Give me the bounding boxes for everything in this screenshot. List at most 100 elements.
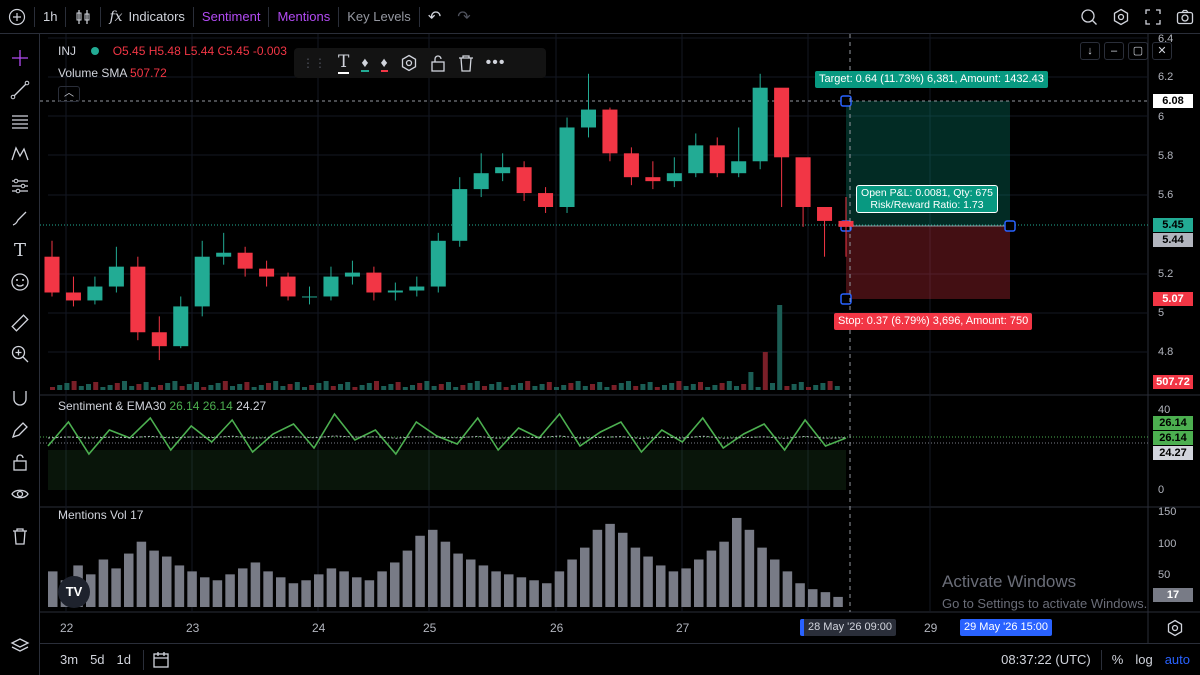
volume-bar xyxy=(359,385,365,390)
mentions-bar xyxy=(390,562,400,607)
volume-bar xyxy=(604,387,610,390)
utc-clock[interactable]: 08:37:22 (UTC) xyxy=(1001,652,1091,667)
volume-bar xyxy=(554,387,559,390)
volume-bar xyxy=(719,383,725,390)
volume-bar xyxy=(208,385,214,390)
symbol-name: INJ xyxy=(58,44,76,58)
volume-bar xyxy=(770,383,775,390)
fill-color-button[interactable]: ♦ xyxy=(361,54,369,72)
mentions-bar xyxy=(605,523,615,607)
time-tick: 26 xyxy=(550,621,564,635)
auto-toggle[interactable]: auto xyxy=(1165,652,1190,667)
percent-toggle[interactable]: % xyxy=(1112,652,1124,667)
time-tick: 25 xyxy=(423,621,437,635)
minimize-pane-button[interactable]: – xyxy=(1104,42,1124,60)
volume-bar xyxy=(158,385,163,390)
move-pane-down-button[interactable]: ↓ xyxy=(1080,42,1100,60)
candle-body xyxy=(602,109,618,154)
volume-bar xyxy=(381,386,387,390)
volume-bar xyxy=(136,384,142,390)
candle-body xyxy=(387,290,403,293)
loss-zone xyxy=(846,226,1010,299)
mentions-legend-value: 17 xyxy=(130,508,144,522)
mentions-bar xyxy=(364,580,375,607)
volume-bar xyxy=(446,382,451,390)
mentions-bar xyxy=(656,565,666,607)
volume-bar xyxy=(518,383,523,390)
status-dot xyxy=(91,47,100,55)
collapse-legend-button[interactable]: ︿ xyxy=(58,86,80,102)
volume-bar xyxy=(186,384,192,390)
volume-bar xyxy=(597,382,603,390)
volume-bar xyxy=(179,386,185,390)
time-tick: 24 xyxy=(312,621,326,635)
mentions-bar xyxy=(795,583,805,607)
mentions-bar xyxy=(263,571,273,607)
candle-body xyxy=(731,161,747,174)
candle-body xyxy=(237,252,253,269)
time-axis-settings-icon[interactable] xyxy=(1166,619,1184,637)
more-options-icon[interactable]: ••• xyxy=(486,54,506,72)
volume-bar xyxy=(251,387,257,390)
line-color-button[interactable]: ♦ xyxy=(380,54,388,72)
volume-bar xyxy=(611,385,617,390)
pnl-box: Open P&L: 0.0081, Qty: 675 Risk/Reward R… xyxy=(856,185,998,213)
range-1d[interactable]: 1d xyxy=(117,652,131,667)
target-price-tag: 6.08 xyxy=(1153,94,1193,108)
volume-bar xyxy=(827,381,833,390)
range-5d[interactable]: 5d xyxy=(90,652,104,667)
pane-controls: ↓ – ▢ ✕ xyxy=(1080,42,1172,60)
volume-bar xyxy=(266,383,271,390)
volume-bar xyxy=(568,383,574,390)
risk-reward-line: Risk/Reward Ratio: 1.73 xyxy=(870,199,984,211)
volume-bar xyxy=(93,382,99,390)
maximize-pane-button[interactable]: ▢ xyxy=(1128,42,1148,60)
mentions-bar xyxy=(592,529,603,607)
volume-bar xyxy=(806,387,811,390)
mentions-bar xyxy=(542,583,552,607)
settings-hexagon-icon[interactable] xyxy=(400,54,418,72)
candle-body xyxy=(666,173,682,182)
volume-bar xyxy=(366,383,372,390)
drag-handle-icon[interactable]: ⋮⋮ xyxy=(302,56,326,70)
volume-bar xyxy=(338,384,343,390)
volume-bar xyxy=(323,381,329,390)
volume-value: 507.72 xyxy=(130,66,167,80)
volume-bar xyxy=(647,382,653,390)
candle-body xyxy=(795,157,811,207)
volume-bar xyxy=(352,387,358,390)
date-range-icon[interactable] xyxy=(152,651,170,669)
target-label: Target: 0.64 (11.73%) 6,381, Amount: 143… xyxy=(815,71,1048,88)
volume-bar xyxy=(143,382,149,390)
mentions-bar xyxy=(618,532,628,607)
watermark-subtitle: Go to Settings to activate Windows. xyxy=(942,596,1148,611)
volume-tag: 507.72 xyxy=(1153,375,1193,389)
last-price-tag: 5.44 xyxy=(1153,233,1193,247)
range-3m[interactable]: 3m xyxy=(60,652,78,667)
mentions-bar xyxy=(288,583,299,607)
ohlc-high: H5.48 xyxy=(148,44,181,58)
candle-body xyxy=(538,193,554,207)
unlock-icon[interactable] xyxy=(430,54,446,72)
candle-body xyxy=(623,153,639,178)
mentions-bar xyxy=(238,568,248,607)
mentions-bar xyxy=(402,550,413,607)
candle-body xyxy=(838,220,854,227)
text-style-button[interactable]: T xyxy=(338,52,350,74)
volume-bar xyxy=(741,384,747,390)
volume-bar xyxy=(294,382,300,390)
current-price-tag: 5.45 xyxy=(1153,218,1193,232)
close-pane-button[interactable]: ✕ xyxy=(1152,42,1172,60)
mentions-bar xyxy=(782,571,793,607)
log-toggle[interactable]: log xyxy=(1135,652,1152,667)
mentions-bar xyxy=(200,577,210,607)
volume-bar xyxy=(150,387,156,390)
delete-icon[interactable] xyxy=(458,54,474,72)
mentions-bar xyxy=(440,541,451,607)
volume-bar xyxy=(316,383,322,390)
volume-bar xyxy=(683,386,689,390)
candle-body xyxy=(44,256,60,293)
tradingview-logo[interactable]: TV xyxy=(58,576,90,608)
mentions-bar xyxy=(630,547,641,607)
volume-bar xyxy=(546,382,552,390)
